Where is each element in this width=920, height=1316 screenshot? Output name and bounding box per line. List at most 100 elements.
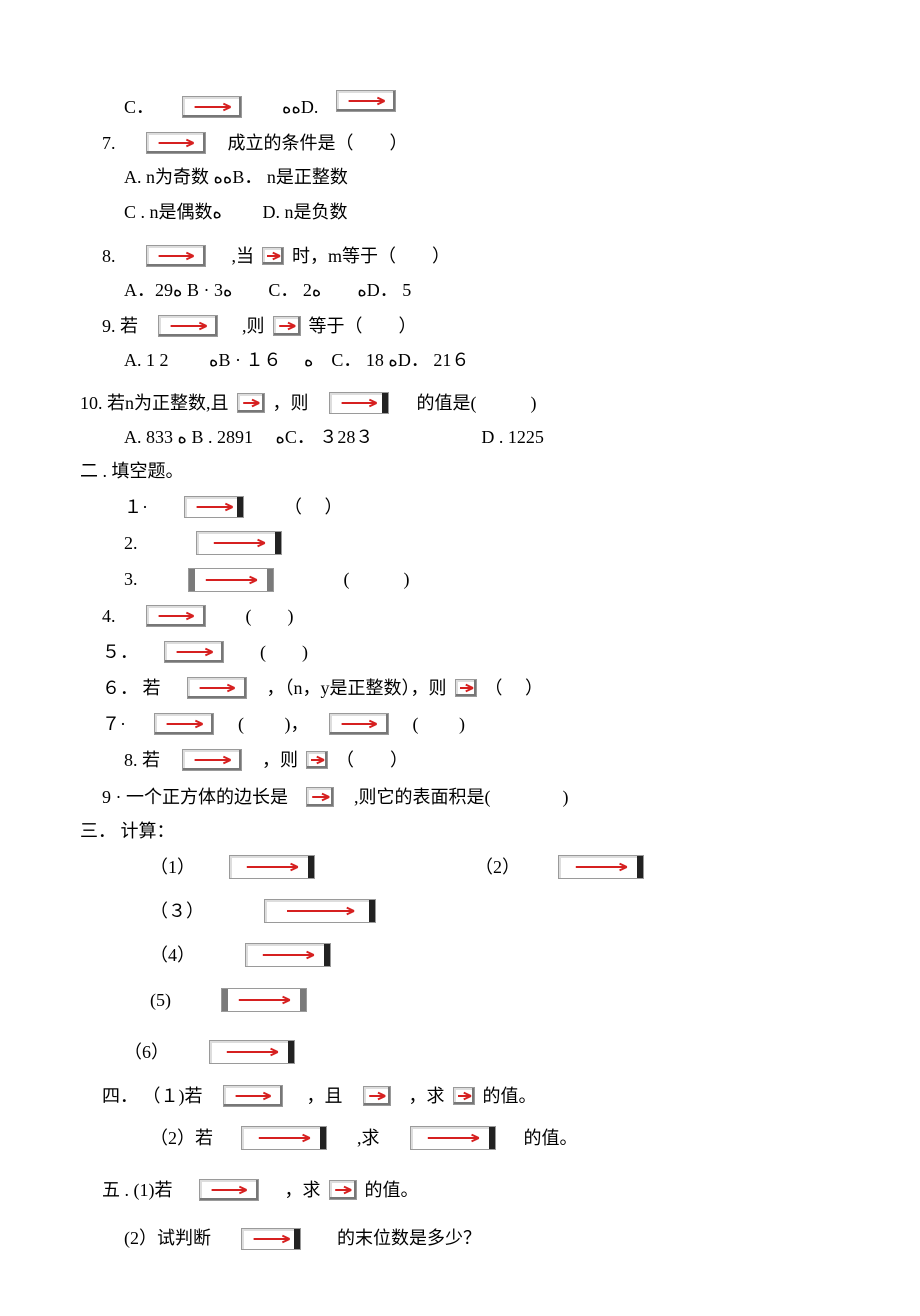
- text: 四． （１)若: [102, 1079, 203, 1113]
- text: ,当: [232, 239, 255, 273]
- fill-2: 2.: [80, 526, 860, 560]
- text: ，且: [307, 1079, 343, 1113]
- broken-image-icon: [453, 1087, 475, 1105]
- item-number: 4.: [102, 599, 116, 633]
- broken-image-icon: [329, 713, 389, 735]
- calc-3: （３）: [80, 894, 860, 928]
- sec4-1: 四． （１)若 ，且 ，求 的值。: [80, 1079, 860, 1113]
- question-number: 10. 若n为正整数,且: [80, 386, 229, 420]
- fill-5: ５． ( ): [80, 635, 860, 669]
- calc-1: （1） （2）: [80, 850, 860, 884]
- broken-image-icon: [164, 641, 224, 663]
- broken-image-icon: [199, 1179, 259, 1201]
- sec4-2: （2）若 ,求 的值。: [80, 1121, 860, 1155]
- blank: ( ): [246, 599, 294, 633]
- broken-image-icon: [188, 568, 274, 592]
- broken-image-icon: [209, 1040, 295, 1064]
- fill-6: ６． 若 ，（n，y是正整数），则 （ ）: [80, 671, 860, 705]
- item-number: １·: [124, 490, 148, 524]
- question-number: 8.: [102, 239, 116, 273]
- calc-5: (5): [80, 983, 860, 1017]
- calc-4: （4）: [80, 938, 860, 972]
- item-number: ７·: [102, 707, 126, 741]
- broken-image-icon: [264, 899, 376, 923]
- item-number: 2.: [124, 526, 138, 560]
- q6-options-cd: C． ﻩﻩD.: [80, 90, 860, 124]
- options-text: A. n为奇数 ﻩﻩB． n是正整数: [124, 160, 348, 194]
- broken-image-icon: [455, 679, 477, 697]
- fill-7: ７· ( )， ( ): [80, 707, 860, 741]
- item-text: 9 · 一个正方体的边长是: [102, 780, 288, 814]
- q7-options-cd: C . n是偶数ﻩ D. n是负数: [80, 195, 860, 229]
- text: ,则它的表面积是( ): [354, 780, 569, 814]
- item-number: ５．: [102, 635, 138, 669]
- item-number: 3.: [124, 562, 138, 596]
- broken-image-icon: [182, 749, 242, 771]
- broken-image-icon: [245, 943, 331, 967]
- broken-image-icon: [184, 496, 244, 518]
- option-c-label: C．: [124, 90, 154, 124]
- item-number: （2）: [475, 850, 520, 884]
- option-d-label: ﻩﻩD.: [282, 90, 318, 124]
- text: 时，m等于（ ）: [292, 239, 450, 273]
- question-text: 成立的条件是（ ）: [228, 126, 408, 160]
- broken-image-icon: [196, 531, 282, 555]
- broken-image-icon: [146, 245, 206, 267]
- options-text: A．29ﻩ B · 3ﻩ C． 2ﻩ ﻩD． 5: [124, 273, 411, 307]
- broken-image-icon: [363, 1086, 391, 1106]
- blank: ( ): [413, 707, 466, 741]
- broken-image-icon: [306, 751, 328, 769]
- broken-image-icon: [237, 393, 265, 413]
- sec5-1: 五 . (1)若 ，求 的值。: [80, 1173, 860, 1207]
- options-text: A. 1 2 ﻩB · １６ ﻩ C． 18 ﻩD． 21６: [124, 343, 469, 377]
- broken-image-icon: [262, 247, 284, 265]
- broken-image-icon: [329, 1180, 357, 1200]
- calc-6: （6）: [80, 1035, 860, 1069]
- text: (2）试判断: [124, 1221, 211, 1255]
- blank: （ ）: [284, 490, 343, 524]
- section-title: 二 . 填空题。: [80, 454, 184, 488]
- text: ,则: [242, 309, 265, 343]
- text: ，则: [273, 386, 309, 420]
- text: 等于（ ）: [309, 309, 417, 343]
- broken-image-icon: [241, 1126, 327, 1150]
- text: 的值。: [524, 1121, 578, 1155]
- text: ，求: [409, 1079, 445, 1113]
- item-number: (5): [150, 983, 171, 1017]
- blank: ( ): [344, 562, 410, 596]
- text: 的值是( ): [417, 386, 537, 420]
- fill-4: 4. ( ): [80, 599, 860, 633]
- question-number: 9. 若: [102, 309, 138, 343]
- item-number: 8. 若: [124, 743, 160, 777]
- broken-image-icon: [229, 855, 315, 879]
- blank: ( ): [260, 635, 308, 669]
- q7-stem: 7. 成立的条件是（ ）: [80, 126, 860, 160]
- options-text: C . n是偶数ﻩ D. n是负数: [124, 195, 347, 229]
- broken-image-icon: [336, 90, 396, 112]
- item-number: （1）: [150, 850, 195, 884]
- blank: ( )，: [238, 707, 309, 741]
- broken-image-icon: [146, 132, 206, 154]
- fill-1: １· （ ）: [80, 490, 860, 524]
- broken-image-icon: [182, 96, 242, 118]
- broken-image-icon: [558, 855, 644, 879]
- text: ,求: [357, 1121, 380, 1155]
- section-2-title: 二 . 填空题。: [80, 454, 860, 488]
- broken-image-icon: [306, 787, 334, 807]
- broken-image-icon: [221, 988, 307, 1012]
- q7-options-ab: A. n为奇数 ﻩﻩB． n是正整数: [80, 160, 860, 194]
- text: ，求: [285, 1173, 321, 1207]
- broken-image-icon: [158, 315, 218, 337]
- options-text: A. 833 ﻩ B . 2891 ﻩC． ３28３ D . 1225: [124, 420, 544, 454]
- section-title: 三． 计算：: [80, 814, 175, 848]
- blank: （ ）: [336, 743, 408, 777]
- sec5-2: (2）试判断 的末位数是多少？: [80, 1221, 860, 1255]
- q9-options: A. 1 2 ﻩB · １６ ﻩ C． 18 ﻩD． 21６: [80, 343, 860, 377]
- item-number: （6）: [124, 1035, 169, 1069]
- item-number: （4）: [150, 938, 195, 972]
- item-number: （３）: [150, 894, 204, 928]
- broken-image-icon: [223, 1085, 283, 1107]
- broken-image-icon: [146, 605, 206, 627]
- q8-options: A．29ﻩ B · 3ﻩ C． 2ﻩ ﻩD． 5: [80, 273, 860, 307]
- q9-stem: 9. 若 ,则 等于（ ）: [80, 309, 860, 343]
